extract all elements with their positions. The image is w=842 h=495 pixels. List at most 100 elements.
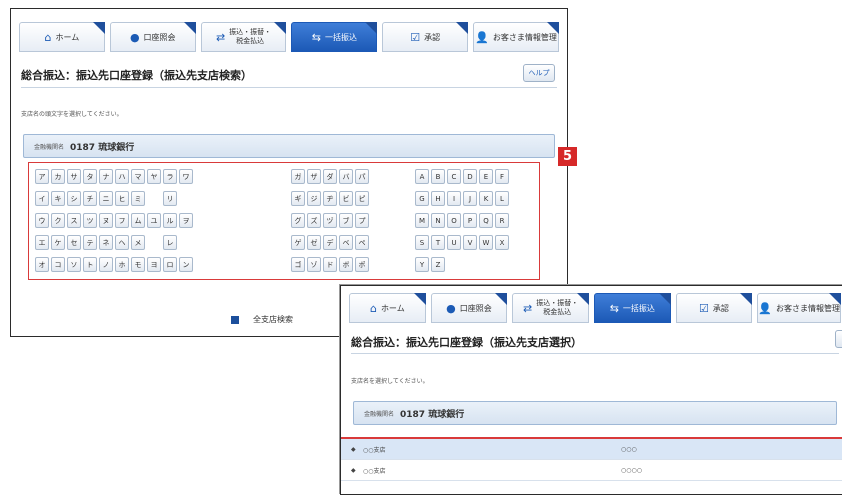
tab-home[interactable]: ⌂ ホーム bbox=[19, 22, 105, 52]
tab-transfer[interactable]: ⇄ 振込・振替・ 税金払込 bbox=[200, 22, 287, 52]
tab-approve[interactable]: ☑ 承認 bbox=[675, 293, 753, 323]
tab-account-inquiry[interactable]: ● 口座照会 bbox=[430, 293, 508, 323]
tab-home[interactable]: ⌂ ホーム bbox=[349, 293, 426, 323]
initial-key-button[interactable]: ミ bbox=[131, 191, 145, 206]
initial-key-button[interactable]: K bbox=[479, 191, 493, 206]
initial-key-button[interactable]: マ bbox=[131, 169, 145, 184]
initial-key-button[interactable]: ク bbox=[51, 213, 65, 228]
initial-key-button[interactable]: ヘ bbox=[115, 235, 129, 250]
initial-key-button[interactable]: F bbox=[495, 169, 509, 184]
initial-key-button[interactable]: ガ bbox=[291, 169, 305, 184]
branch-name[interactable]: ○○支店 bbox=[363, 466, 385, 475]
initial-key-button[interactable]: ツ bbox=[83, 213, 97, 228]
initial-key-button[interactable]: ビ bbox=[339, 191, 353, 206]
initial-key-button[interactable]: ノ bbox=[99, 257, 113, 272]
initial-key-button[interactable]: ユ bbox=[147, 213, 161, 228]
initial-key-button[interactable]: レ bbox=[163, 235, 177, 250]
initial-key-button[interactable]: ケ bbox=[51, 235, 65, 250]
initial-key-button[interactable]: ワ bbox=[179, 169, 193, 184]
initial-key-button[interactable]: ロ bbox=[163, 257, 177, 272]
initial-key-button[interactable]: ヲ bbox=[179, 213, 193, 228]
initial-key-button[interactable]: バ bbox=[339, 169, 353, 184]
initial-key-button[interactable]: ド bbox=[323, 257, 337, 272]
initial-key-button[interactable]: ジ bbox=[307, 191, 321, 206]
initial-key-button[interactable]: ボ bbox=[339, 257, 353, 272]
initial-key-button[interactable]: ゾ bbox=[307, 257, 321, 272]
tab-approve[interactable]: ☑ 承認 bbox=[382, 22, 469, 52]
initial-key-button[interactable]: ヂ bbox=[323, 191, 337, 206]
initial-key-button[interactable]: ペ bbox=[355, 235, 369, 250]
initial-key-button[interactable]: ヒ bbox=[115, 191, 129, 206]
initial-key-button[interactable]: ヨ bbox=[147, 257, 161, 272]
initial-key-button[interactable]: U bbox=[447, 235, 461, 250]
initial-key-button[interactable]: サ bbox=[67, 169, 81, 184]
initial-key-button[interactable]: I bbox=[447, 191, 461, 206]
help-button[interactable] bbox=[835, 330, 842, 348]
initial-key-button[interactable]: プ bbox=[355, 213, 369, 228]
initial-key-button[interactable]: T bbox=[431, 235, 445, 250]
initial-key-button[interactable]: ギ bbox=[291, 191, 305, 206]
initial-key-button[interactable]: S bbox=[415, 235, 429, 250]
tab-transfer[interactable]: ⇄ 振込・振替・ 税金払込 bbox=[512, 293, 589, 323]
initial-key-button[interactable]: X bbox=[495, 235, 509, 250]
tab-customer-info[interactable]: 👤 お客さま情報管理 bbox=[473, 22, 559, 52]
initial-key-button[interactable]: ピ bbox=[355, 191, 369, 206]
tab-bulk-transfer[interactable]: ⇆ 一括振込 bbox=[291, 22, 378, 52]
initial-key-button[interactable]: カ bbox=[51, 169, 65, 184]
tab-customer-info[interactable]: 👤 お客さま情報管理 bbox=[757, 293, 841, 323]
initial-key-button[interactable]: L bbox=[495, 191, 509, 206]
initial-key-button[interactable]: ポ bbox=[355, 257, 369, 272]
list-item[interactable]: ◆ ○○支店 ○○○○ bbox=[341, 460, 842, 481]
initial-key-button[interactable]: セ bbox=[67, 235, 81, 250]
initial-key-button[interactable]: パ bbox=[355, 169, 369, 184]
initial-key-button[interactable]: ザ bbox=[307, 169, 321, 184]
initial-key-button[interactable]: ヅ bbox=[323, 213, 337, 228]
initial-key-button[interactable]: C bbox=[447, 169, 461, 184]
initial-key-button[interactable]: ム bbox=[131, 213, 145, 228]
initial-key-button[interactable]: ネ bbox=[99, 235, 113, 250]
initial-key-button[interactable]: メ bbox=[131, 235, 145, 250]
initial-key-button[interactable]: ゼ bbox=[307, 235, 321, 250]
tab-bulk-transfer[interactable]: ⇆ 一括振込 bbox=[593, 293, 671, 323]
initial-key-button[interactable]: コ bbox=[51, 257, 65, 272]
search-all-label[interactable]: 全支店検索 bbox=[253, 314, 293, 325]
initial-key-button[interactable]: ヌ bbox=[99, 213, 113, 228]
initial-key-button[interactable]: Z bbox=[431, 257, 445, 272]
initial-key-button[interactable]: チ bbox=[83, 191, 97, 206]
initial-key-button[interactable]: オ bbox=[35, 257, 49, 272]
initial-key-button[interactable]: ト bbox=[83, 257, 97, 272]
initial-key-button[interactable]: V bbox=[463, 235, 477, 250]
initial-key-button[interactable]: フ bbox=[115, 213, 129, 228]
initial-key-button[interactable]: テ bbox=[83, 235, 97, 250]
initial-key-button[interactable]: モ bbox=[131, 257, 145, 272]
search-all-branches[interactable]: 全支店検索 bbox=[231, 314, 293, 325]
initial-key-button[interactable]: Y bbox=[415, 257, 429, 272]
initial-key-button[interactable]: ナ bbox=[99, 169, 113, 184]
initial-key-button[interactable]: ズ bbox=[307, 213, 321, 228]
initial-key-button[interactable]: D bbox=[463, 169, 477, 184]
help-button[interactable]: ヘルプ bbox=[523, 64, 555, 82]
initial-key-button[interactable]: P bbox=[463, 213, 477, 228]
initial-key-button[interactable]: N bbox=[431, 213, 445, 228]
initial-key-button[interactable]: ホ bbox=[115, 257, 129, 272]
initial-key-button[interactable]: ラ bbox=[163, 169, 177, 184]
initial-key-button[interactable]: B bbox=[431, 169, 445, 184]
initial-key-button[interactable]: シ bbox=[67, 191, 81, 206]
initial-key-button[interactable]: ヤ bbox=[147, 169, 161, 184]
initial-key-button[interactable]: ア bbox=[35, 169, 49, 184]
initial-key-button[interactable]: ス bbox=[67, 213, 81, 228]
initial-key-button[interactable]: ダ bbox=[323, 169, 337, 184]
initial-key-button[interactable]: ゲ bbox=[291, 235, 305, 250]
list-item[interactable]: ◆ ○○支店 ○○○ bbox=[341, 439, 842, 460]
initial-key-button[interactable]: A bbox=[415, 169, 429, 184]
initial-key-button[interactable]: J bbox=[463, 191, 477, 206]
initial-key-button[interactable]: R bbox=[495, 213, 509, 228]
initial-key-button[interactable]: イ bbox=[35, 191, 49, 206]
initial-key-button[interactable]: ソ bbox=[67, 257, 81, 272]
initial-key-button[interactable]: E bbox=[479, 169, 493, 184]
tab-account-inquiry[interactable]: ● 口座照会 bbox=[109, 22, 196, 52]
initial-key-button[interactable]: W bbox=[479, 235, 493, 250]
initial-key-button[interactable]: ゴ bbox=[291, 257, 305, 272]
initial-key-button[interactable]: ン bbox=[179, 257, 193, 272]
initial-key-button[interactable]: デ bbox=[323, 235, 337, 250]
